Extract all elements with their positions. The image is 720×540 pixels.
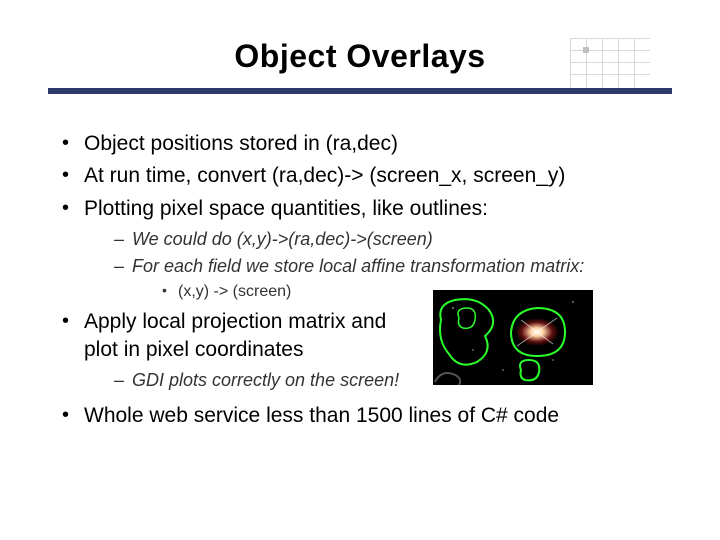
bullet-4-text: Apply local projection matrix and plot i… [84, 310, 386, 361]
galaxy-outlines-icon [433, 290, 593, 385]
title-band: Object Overlays [0, 0, 720, 105]
bullet-5-text: Whole web service less than 1500 lines o… [84, 404, 559, 427]
bullet-1: Object positions stored in (ra,dec) [60, 130, 670, 158]
outline-overlay-figure [433, 290, 593, 385]
bullet-2-text: At run time, convert (ra,dec)-> (screen_… [84, 164, 565, 187]
bullet-4-sub1-text: GDI plots correctly on the screen! [132, 370, 399, 390]
bullet-3-sub2-a-text: (x,y) -> (screen) [178, 283, 291, 300]
slide: Object Overlays Object positions stored … [0, 0, 720, 540]
slide-body: Object positions stored in (ra,dec) At r… [60, 130, 670, 434]
bullet-1-text: Object positions stored in (ra,dec) [84, 132, 398, 155]
bullet-3: Plotting pixel space quantities, like ou… [60, 195, 670, 304]
bullet-4: Apply local projection matrix and plot i… [60, 308, 670, 398]
bullet-2: At run time, convert (ra,dec)-> (screen_… [60, 162, 670, 190]
bullet-3-sub2-a: (x,y) -> (screen) [162, 281, 670, 303]
bullet-5: Whole web service less than 1500 lines o… [60, 402, 670, 430]
bullet-4-sub1: GDI plots correctly on the screen! [114, 368, 419, 393]
bullet-3-sub1: We could do (x,y)->(ra,dec)->(screen) [114, 227, 670, 252]
bullet-3-sub1-text: We could do (x,y)->(ra,dec)->(screen) [132, 229, 433, 249]
bullet-3-sub2-text: For each field we store local affine tra… [132, 256, 584, 276]
bullet-3-text: Plotting pixel space quantities, like ou… [84, 197, 488, 220]
title-underline [48, 88, 672, 94]
slide-title: Object Overlays [0, 38, 720, 75]
